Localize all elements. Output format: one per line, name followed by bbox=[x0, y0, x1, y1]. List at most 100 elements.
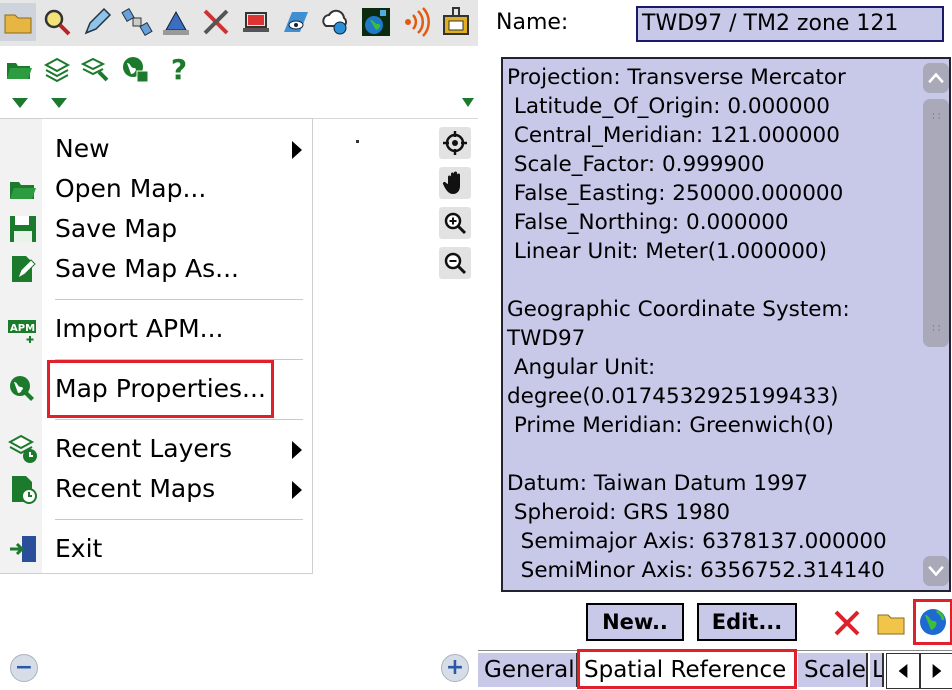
name-field[interactable]: TWD97 / TM2 zone 121 bbox=[636, 6, 944, 42]
hand-icon[interactable] bbox=[439, 167, 471, 199]
grip-icon: · · · · bbox=[932, 110, 941, 124]
menu-item-label: Save Map As... bbox=[55, 254, 239, 283]
menu-item-import-apm[interactable]: APM Import APM... bbox=[0, 309, 312, 349]
delete-icon[interactable] bbox=[830, 606, 864, 640]
lock-panel-icon[interactable] bbox=[438, 3, 474, 41]
submenu-arrow-icon bbox=[292, 441, 302, 459]
info-line: SemiMinor Axis: 6356752.314140 bbox=[507, 558, 885, 583]
menu-item-recent-maps[interactable]: Recent Maps bbox=[0, 469, 312, 509]
tab-scale[interactable]: Scale bbox=[798, 653, 868, 687]
highlight-box bbox=[577, 649, 797, 689]
scrollbar[interactable]: · · · · · · · · bbox=[923, 61, 949, 588]
open-folder-icon bbox=[8, 174, 38, 204]
zoom-in-icon[interactable] bbox=[439, 207, 471, 239]
map-pane: ? New Open Map... Save Map Save Map As..… bbox=[0, 0, 478, 689]
scroll-up-button[interactable] bbox=[923, 63, 949, 93]
pen-icon[interactable] bbox=[79, 3, 115, 41]
menu-item-save-map[interactable]: Save Map bbox=[0, 209, 312, 249]
scrollbar-thumb[interactable]: · · · · · · · · bbox=[923, 99, 949, 347]
chevron-down-icon[interactable] bbox=[12, 98, 28, 108]
grip-icon: · · · · bbox=[932, 322, 941, 336]
info-line: Angular Unit: bbox=[507, 355, 656, 380]
highlight-box bbox=[913, 599, 952, 645]
add-layer-icon[interactable] bbox=[42, 54, 72, 84]
tab-bar: General Spatial Reference Scale L bbox=[478, 649, 952, 690]
menu-separator bbox=[55, 419, 303, 420]
highlight-box bbox=[47, 360, 274, 418]
chevron-down-icon[interactable] bbox=[462, 98, 474, 107]
submenu-arrow-icon bbox=[292, 141, 302, 159]
info-line: degree(0.0174532925199433) bbox=[507, 384, 839, 409]
info-line: Prime Meridian: Greenwich(0) bbox=[507, 413, 834, 438]
open-folder-icon[interactable] bbox=[874, 606, 908, 640]
info-line: Spheroid: GRS 1980 bbox=[507, 500, 730, 525]
menu-item-label: New bbox=[55, 134, 110, 163]
menu-item-label: Recent Layers bbox=[55, 434, 233, 463]
info-line: Geographic Coordinate System: bbox=[507, 297, 850, 322]
signal-icon[interactable] bbox=[398, 3, 434, 41]
tab-general[interactable]: General bbox=[478, 653, 578, 687]
search-icon[interactable] bbox=[39, 3, 75, 41]
file-menu: New Open Map... Save Map Save Map As... … bbox=[0, 118, 313, 574]
menu-item-label: Open Map... bbox=[55, 174, 207, 203]
menu-separator bbox=[55, 519, 303, 520]
help-icon[interactable]: ? bbox=[164, 53, 194, 86]
exit-icon bbox=[8, 534, 38, 564]
satellite-icon[interactable] bbox=[119, 3, 155, 41]
info-line: Latitude_Of_Origin: 0.000000 bbox=[507, 94, 830, 119]
save-as-icon bbox=[8, 254, 38, 284]
info-line: Semimajor Axis: 6378137.000000 bbox=[507, 529, 887, 554]
cloud-globe-icon[interactable] bbox=[318, 3, 354, 41]
info-line: TWD97 bbox=[507, 326, 586, 351]
info-line bbox=[507, 266, 917, 295]
menu-item-label: Save Map bbox=[55, 214, 178, 243]
new-button[interactable]: New.. bbox=[586, 603, 684, 641]
map-eye-icon[interactable] bbox=[278, 3, 314, 41]
menu-item-open-map[interactable]: Open Map... bbox=[0, 169, 312, 209]
info-line: Linear Unit: Meter(1.000000) bbox=[507, 239, 827, 264]
menu-item-exit[interactable]: Exit bbox=[0, 529, 312, 569]
tools-icon[interactable] bbox=[198, 3, 234, 41]
target-icon[interactable] bbox=[439, 127, 471, 159]
menu-item-label: Exit bbox=[55, 534, 103, 563]
menu-item-new[interactable]: New bbox=[0, 129, 312, 169]
zoom-out-icon[interactable] bbox=[439, 247, 471, 279]
main-toolbar bbox=[0, 0, 478, 47]
recent-layers-icon bbox=[7, 434, 38, 464]
info-line: Scale_Factor: 0.999900 bbox=[507, 152, 765, 177]
scroll-down-button[interactable] bbox=[923, 556, 949, 586]
secondary-toolbar: ? bbox=[0, 46, 478, 119]
chevron-down-icon[interactable] bbox=[51, 98, 67, 108]
open-folder-icon[interactable] bbox=[4, 54, 34, 84]
apm-icon: APM bbox=[8, 314, 38, 344]
menu-item-save-map-as[interactable]: Save Map As... bbox=[0, 249, 312, 289]
map-properties-icon bbox=[8, 374, 38, 404]
tab-overflow[interactable]: L bbox=[870, 653, 884, 687]
recent-maps-icon bbox=[8, 474, 38, 504]
info-line bbox=[507, 440, 917, 469]
globe-satellite-icon[interactable] bbox=[358, 3, 394, 41]
folder-icon[interactable] bbox=[0, 3, 36, 41]
spatial-reference-info[interactable]: Projection: Transverse Mercator Latitude… bbox=[501, 57, 951, 592]
info-line: Central_Meridian: 121.000000 bbox=[507, 123, 840, 148]
save-icon bbox=[8, 214, 38, 244]
name-label: Name: bbox=[496, 10, 569, 35]
edit-button[interactable]: Edit... bbox=[697, 603, 797, 641]
tab-next-button[interactable] bbox=[920, 653, 952, 689]
measure-icon[interactable] bbox=[158, 3, 194, 41]
map-point bbox=[356, 140, 359, 143]
zoom-in-button[interactable]: + bbox=[441, 654, 469, 682]
menu-item-recent-layers[interactable]: Recent Layers bbox=[0, 429, 312, 469]
globe-save-icon[interactable] bbox=[120, 54, 150, 84]
info-line: False_Easting: 250000.000000 bbox=[507, 181, 844, 206]
laptop-icon[interactable] bbox=[238, 3, 274, 41]
tab-prev-button[interactable] bbox=[886, 653, 920, 689]
info-line: Projection: Transverse Mercator bbox=[507, 65, 846, 90]
info-text: Projection: Transverse Mercator Latitude… bbox=[507, 63, 917, 585]
map-properties-panel: Name: TWD97 / TM2 zone 121 Projection: T… bbox=[478, 0, 952, 690]
layer-tool-icon[interactable] bbox=[80, 54, 110, 84]
menu-item-label: Import APM... bbox=[55, 314, 224, 343]
menu-item-label: Recent Maps bbox=[55, 474, 216, 503]
zoom-out-button[interactable]: − bbox=[10, 654, 38, 682]
submenu-arrow-icon bbox=[292, 481, 302, 499]
